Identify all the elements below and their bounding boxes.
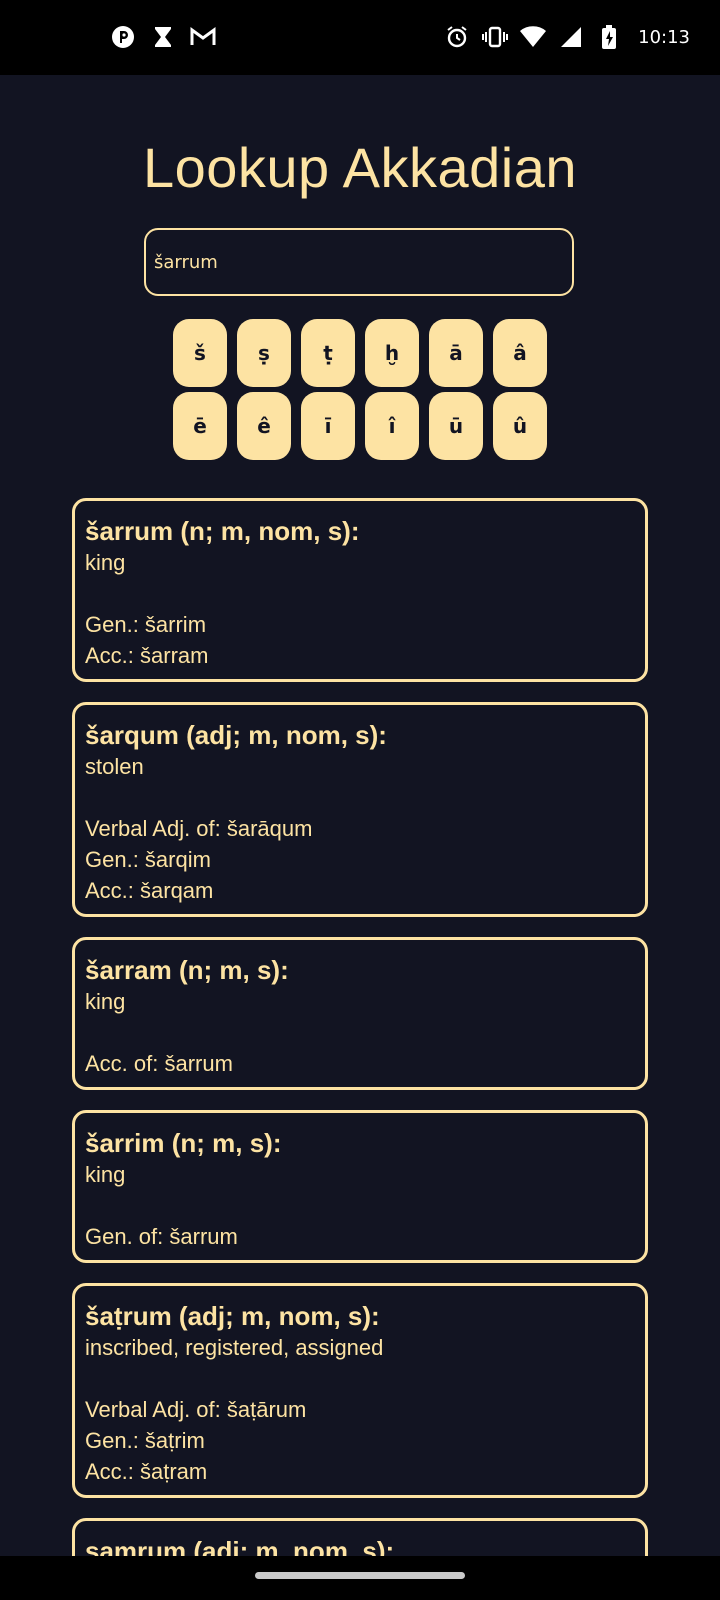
result-card[interactable]: šarrim (n; m, s): king Gen. of: šarrum — [72, 1110, 648, 1263]
result-card[interactable]: ṣamrum (adj; m, nom, s): — [72, 1518, 648, 1556]
vibrate-icon — [482, 24, 509, 50]
result-detail: Gen.: šarqim — [85, 847, 211, 872]
char-key[interactable]: ê — [237, 392, 291, 460]
status-right-icons: 10:13 — [444, 24, 690, 50]
result-detail: Gen. of: šarrum — [85, 1224, 238, 1249]
char-key[interactable]: û — [493, 392, 547, 460]
char-key[interactable]: ē — [173, 392, 227, 460]
home-gesture-handle[interactable] — [255, 1572, 465, 1579]
result-card[interactable]: šarrum (n; m, nom, s): king Gen.: šarrim… — [72, 498, 648, 682]
hourglass-icon — [150, 24, 176, 50]
result-headword: šarrum (n; m, nom, s): — [85, 516, 360, 546]
result-headword: šarram (n; m, s): — [85, 955, 289, 985]
result-headword: šaṭrum (adj; m, nom, s): — [85, 1301, 380, 1331]
result-card[interactable]: šaṭrum (adj; m, nom, s): inscribed, regi… — [72, 1283, 648, 1498]
char-key[interactable]: š — [173, 319, 227, 387]
alarm-icon — [444, 24, 470, 50]
result-definition: stolen — [85, 754, 144, 779]
result-detail: Acc. of: šarrum — [85, 1051, 233, 1076]
result-detail: Verbal Adj. of: šarāqum — [85, 816, 313, 841]
result-headword: šarrim (n; m, s): — [85, 1128, 282, 1158]
result-detail: Acc.: šarqam — [85, 878, 214, 903]
clock: 10:13 — [638, 26, 690, 48]
special-char-row-2: ē ê ī î ū û — [0, 392, 720, 460]
status-bar: 10:13 — [0, 0, 720, 75]
result-detail: Verbal Adj. of: šaṭārum — [85, 1397, 307, 1422]
gmail-icon — [190, 24, 216, 50]
result-detail: Gen.: šarrim — [85, 612, 207, 637]
result-headword: ṣamrum (adj; m, nom, s): — [85, 1536, 395, 1556]
char-key[interactable]: ṭ — [301, 319, 355, 387]
navigation-bar — [0, 1556, 720, 1600]
battery-charging-icon — [596, 24, 622, 50]
special-char-row-1: š ṣ ṭ ḫ ā â — [0, 319, 720, 387]
result-definition: king — [85, 989, 126, 1014]
result-card[interactable]: šarqum (adj; m, nom, s): stolen Verbal A… — [72, 702, 648, 917]
app-p-icon — [110, 24, 136, 50]
wifi-icon — [520, 24, 547, 50]
result-definition: king — [85, 1162, 126, 1187]
result-detail: Acc.: šaṭram — [85, 1459, 208, 1484]
result-headword: šarqum (adj; m, nom, s): — [85, 720, 387, 750]
result-detail: Acc.: šarram — [85, 643, 209, 668]
result-definition: inscribed, registered, assigned — [85, 1335, 384, 1360]
char-key[interactable]: â — [493, 319, 547, 387]
search-input[interactable] — [144, 228, 574, 296]
status-left-icons — [110, 24, 216, 50]
char-key[interactable]: ṣ — [237, 319, 291, 387]
char-key[interactable]: ḫ — [365, 319, 419, 387]
char-key[interactable]: ī — [301, 392, 355, 460]
char-key[interactable]: ū — [429, 392, 483, 460]
char-key[interactable]: ā — [429, 319, 483, 387]
page-title: Lookup Akkadian — [142, 136, 578, 199]
results-list: šarrum (n; m, nom, s): king Gen.: šarrim… — [72, 498, 648, 1556]
result-card[interactable]: šarram (n; m, s): king Acc. of: šarrum — [72, 937, 648, 1090]
char-key[interactable]: î — [365, 392, 419, 460]
signal-icon — [558, 24, 584, 50]
result-definition: king — [85, 550, 126, 575]
result-detail: Gen.: šaṭrim — [85, 1428, 205, 1453]
